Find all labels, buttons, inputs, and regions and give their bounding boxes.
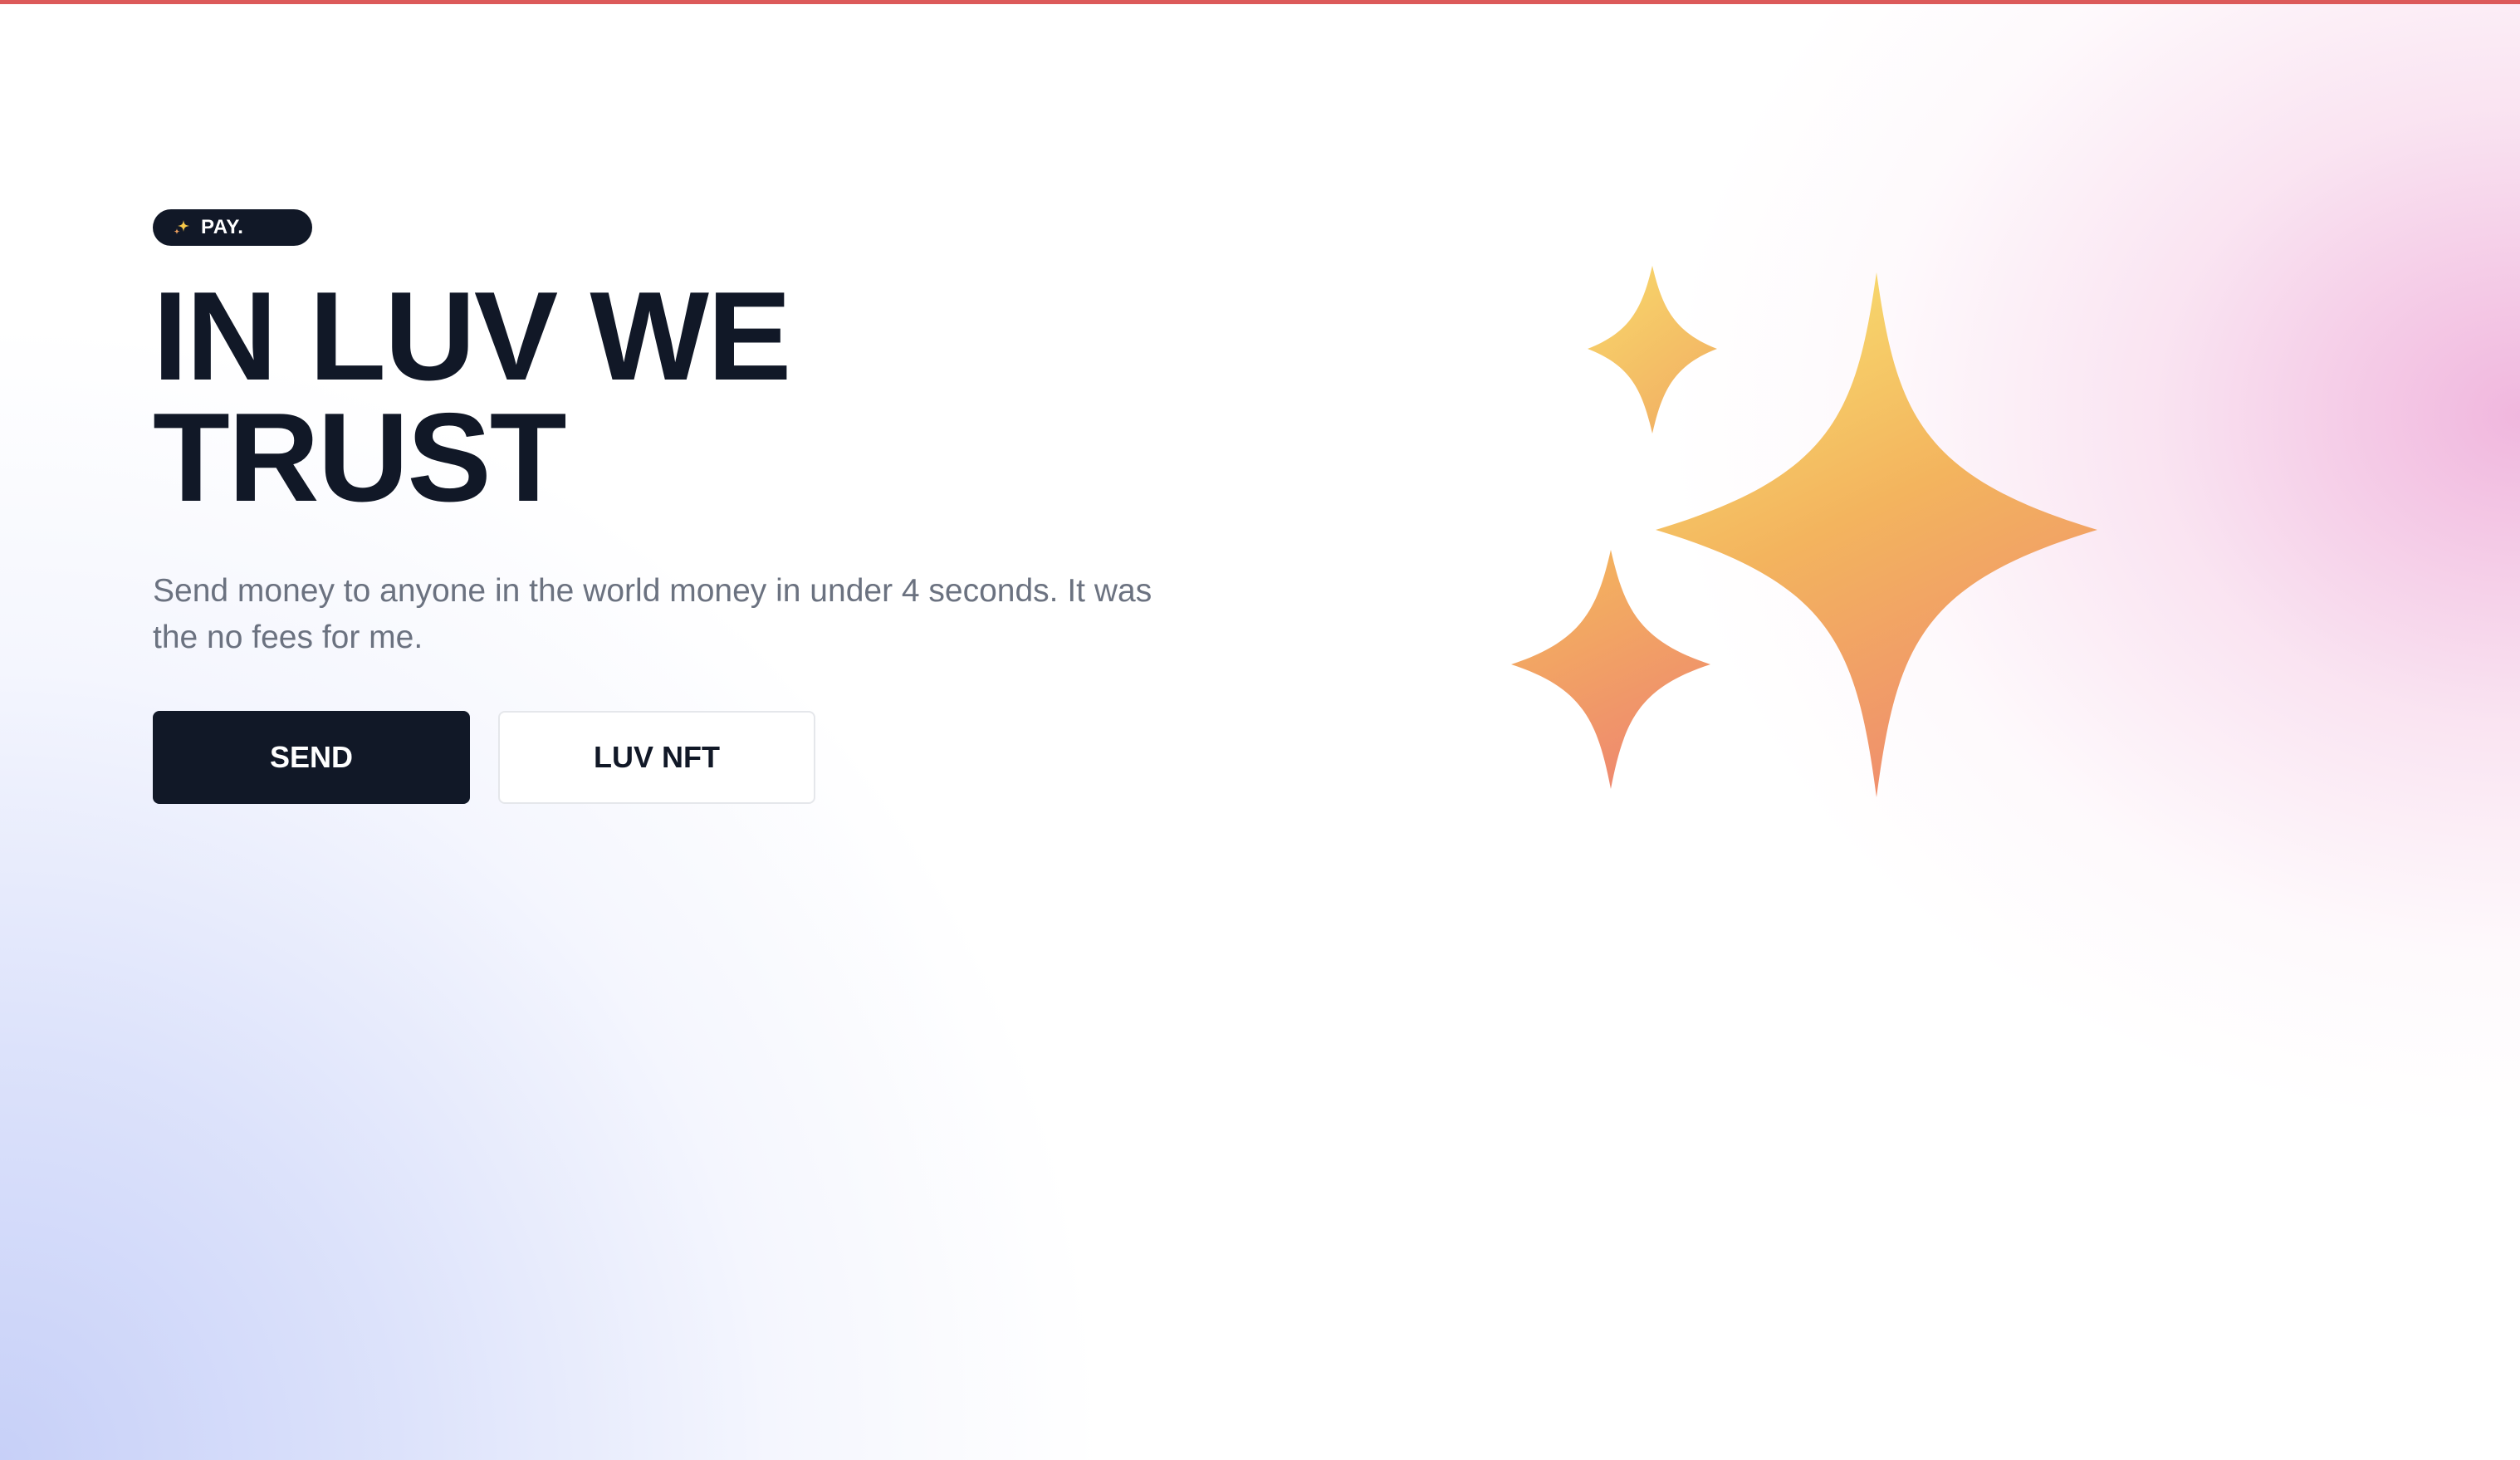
hero-headline: IN LUV WE TRUST [153, 266, 1398, 528]
hero-section: PAY. IN LUV WE TRUST Send money to anyon… [153, 209, 1398, 804]
pay-badge: PAY. [153, 209, 312, 246]
hero-description: Send money to anyone in the world money … [153, 573, 1152, 655]
send-button[interactable]: SEND [153, 711, 470, 804]
headline-line-1: IN LUV WE [153, 266, 791, 407]
hero-actions: SEND LUV NFT [153, 711, 1398, 804]
headline-line-2: TRUST [153, 387, 567, 528]
landing-page: PAY. IN LUV WE TRUST Send money to anyon… [0, 0, 2520, 1460]
sparkles-icon [1511, 266, 2097, 797]
badge-label: PAY. [201, 216, 244, 238]
sparkles-illustration [1486, 249, 2117, 830]
sparkles-icon [173, 218, 191, 237]
top-accent-bar [0, 0, 2520, 4]
luv-nft-button[interactable]: LUV NFT [498, 711, 815, 804]
